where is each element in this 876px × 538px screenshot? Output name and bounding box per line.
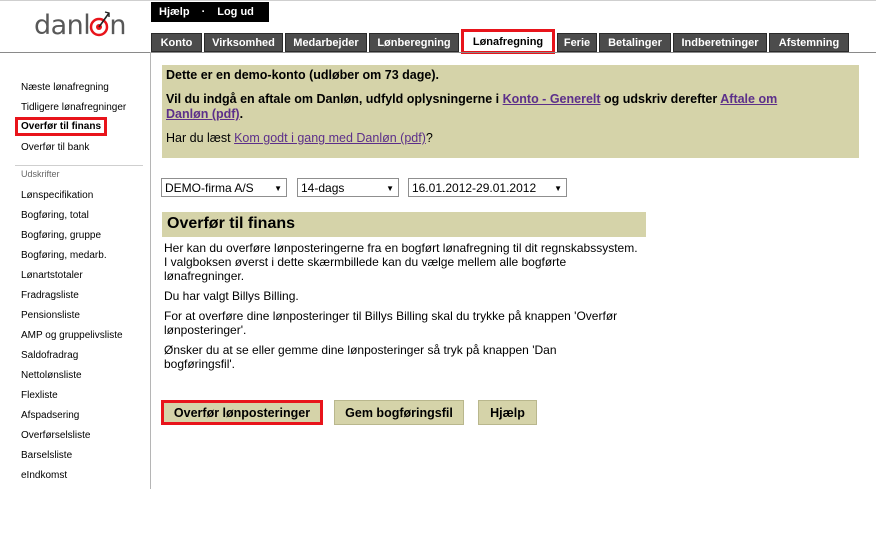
section-paragraph: Ønsker du at se eller gemme dine lønpost… — [164, 343, 557, 371]
section-paragraph: For at overføre dine lønposteringer til … — [164, 309, 618, 337]
help-button[interactable]: Hjælp — [478, 400, 537, 425]
sidebar-report-item[interactable]: Bogføring, total — [21, 210, 89, 221]
transfer-postings-button[interactable]: Overfør lønposteringer — [161, 400, 323, 425]
main-tabs: Konto Virksomhed Medarbejder Lønberegnin… — [151, 29, 849, 54]
logout-link[interactable]: Log ud — [217, 6, 254, 18]
company-select[interactable]: DEMO-firma A/S ▼ — [161, 178, 287, 197]
sidebar-report-item[interactable]: Fradragsliste — [21, 290, 79, 301]
guide-text-before: Har du læst — [166, 131, 235, 145]
tab-ferie[interactable]: Ferie — [557, 33, 597, 52]
agreement-text-before: Vil du indgå en aftale om Danløn, udfyld… — [166, 92, 503, 106]
sidebar-report-item[interactable]: Lønspecifikation — [21, 190, 93, 201]
sidebar-separator — [15, 165, 143, 166]
period-range-select[interactable]: 16.01.2012-29.01.2012 ▼ — [408, 178, 567, 197]
sidebar-report-item[interactable]: Bogføring, medarb. — [21, 250, 107, 261]
sidebar-report-item[interactable]: Barselsliste — [21, 450, 72, 461]
tab-lonafregning[interactable]: Lønafregning — [461, 29, 555, 54]
sidebar-report-item[interactable]: Flexliste — [21, 390, 58, 401]
header-links: Hjælp · Log ud — [151, 2, 269, 22]
tab-afstemning[interactable]: Afstemning — [769, 33, 849, 52]
demo-expiry-text: Dette er en demo-konto (udløber om 73 da… — [166, 68, 439, 82]
guide-text: Har du læst Kom godt i gang med Danløn (… — [166, 131, 855, 146]
company-select-value: DEMO-firma A/S — [165, 180, 254, 195]
tab-virksomhed[interactable]: Virksomhed — [204, 33, 283, 52]
sidebar-section-heading: Udskrifter — [21, 169, 60, 179]
danlon-logo[interactable]: danl n — [34, 10, 126, 42]
sidebar-report-item[interactable]: Lønartstotaler — [21, 270, 83, 281]
section-title: Overfør til finans — [162, 212, 646, 237]
aftale-link-part1: Aftale om — [720, 92, 778, 106]
section-paragraph: Her kan du overføre lønposteringerne fra… — [164, 241, 638, 283]
chevron-down-icon: ▼ — [386, 184, 394, 193]
sidebar-report-item[interactable]: Nettolønsliste — [21, 370, 82, 381]
target-icon — [89, 11, 110, 37]
konto-generelt-link[interactable]: Konto - Generelt — [503, 92, 601, 106]
period-type-select[interactable]: 14-dags ▼ — [297, 178, 399, 197]
header-separator: · — [201, 6, 206, 18]
period-range-select-value: 16.01.2012-29.01.2012 — [412, 180, 537, 195]
section-body: Her kan du overføre lønposteringerne fra… — [164, 241, 654, 377]
save-bookkeeping-file-button[interactable]: Gem bogføringsfil — [334, 400, 464, 425]
tab-medarbejder[interactable]: Medarbejder — [285, 33, 367, 52]
chevron-down-icon: ▼ — [274, 184, 282, 193]
sidebar-report-item[interactable]: Bogføring, gruppe — [21, 230, 101, 241]
help-link[interactable]: Hjælp — [159, 6, 190, 18]
kom-godt-i-gang-link[interactable]: Kom godt i gang med Danløn (pdf) — [234, 131, 426, 145]
sidebar-report-item[interactable]: AMP og gruppelivsliste — [21, 330, 123, 341]
sidebar-report-item[interactable]: Afspadsering — [21, 410, 79, 421]
period-type-select-value: 14-dags — [301, 180, 345, 195]
tab-betalinger[interactable]: Betalinger — [599, 33, 671, 52]
sidebar-item-naeste-lonafregning[interactable]: Næste lønafregning — [21, 82, 109, 93]
header-divider — [0, 52, 876, 53]
guide-text-after: ? — [425, 131, 433, 145]
sidebar-divider — [150, 52, 151, 489]
chevron-down-icon: ▼ — [554, 184, 562, 193]
aftale-link-part2: Danløn (pdf) — [166, 107, 240, 121]
sidebar-item-overfor-til-bank[interactable]: Overfør til bank — [21, 142, 89, 153]
sidebar-item-overfor-til-finans[interactable]: Overfør til finans — [15, 117, 108, 136]
agreement-text-after: . — [239, 107, 244, 121]
agreement-text-middle: og udskriv derefter — [600, 92, 721, 106]
agreement-text: Vil du indgå en aftale om Danløn, udfyld… — [166, 92, 855, 122]
tab-indberetninger[interactable]: Indberetninger — [673, 33, 767, 52]
sidebar-report-item[interactable]: Saldofradrag — [21, 350, 78, 361]
top-border — [0, 0, 876, 1]
sidebar-report-item[interactable]: Overførselsliste — [21, 430, 90, 441]
sidebar-report-item[interactable]: eIndkomst — [21, 470, 67, 481]
demo-notice: Dette er en demo-konto (udløber om 73 da… — [162, 65, 859, 158]
tab-lonberegning[interactable]: Lønberegning — [369, 33, 459, 52]
sidebar-item-tidligere-lonafregninger[interactable]: Tidligere lønafregninger — [21, 102, 126, 113]
sidebar-report-item[interactable]: Pensionsliste — [21, 310, 80, 321]
logo-text-left: danl — [34, 10, 91, 41]
section-paragraph: Du har valgt Billys Billing. — [164, 289, 299, 303]
tab-konto[interactable]: Konto — [151, 33, 202, 52]
